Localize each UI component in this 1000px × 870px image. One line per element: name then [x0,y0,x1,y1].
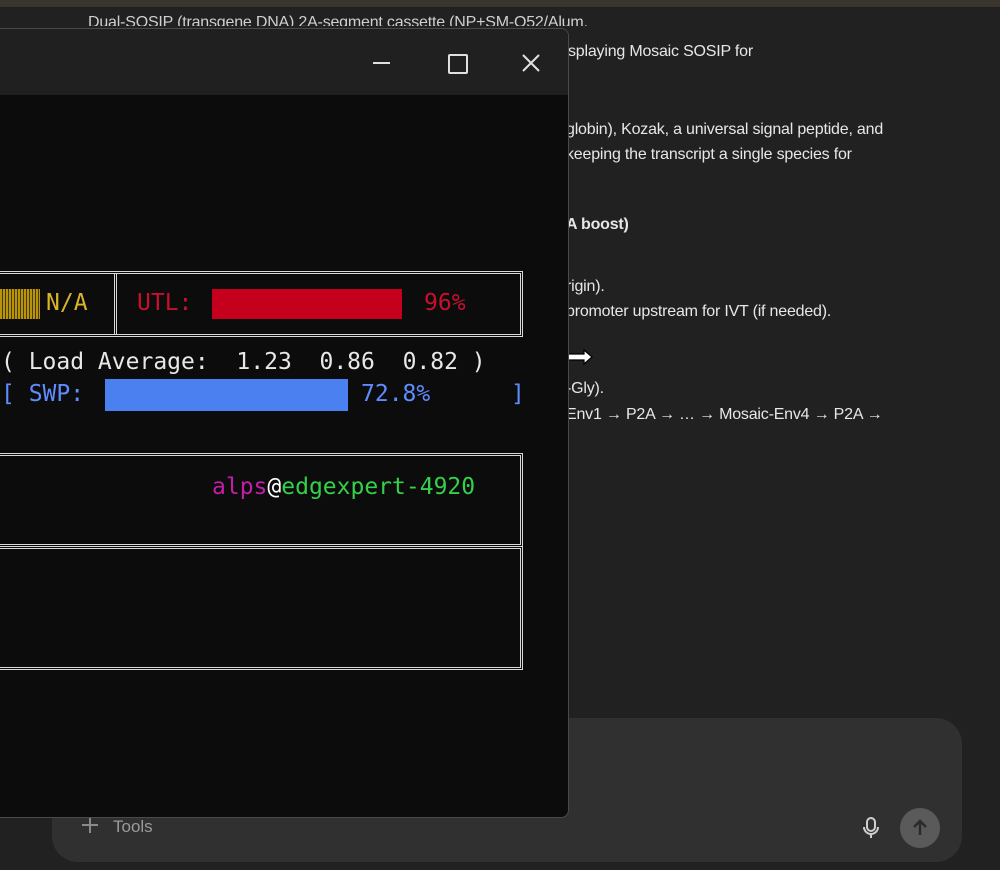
maximize-icon[interactable] [434,43,478,83]
swp-label: [ SWP: [1,381,85,407]
panel-divider [114,274,117,334]
utl-meter-bar [212,289,402,319]
window-top-edge [0,0,1000,7]
minimize-icon[interactable] [359,43,403,83]
chat-line-1: splaying Mosaic SOSIP for [568,43,754,60]
host-name: edgexpert-4920 [281,474,476,500]
chat-line-5: rigin). [566,278,605,295]
arrow-up-icon [913,819,927,835]
na-label: N/A [46,290,88,316]
microphone-icon[interactable] [860,816,882,840]
host-panel: alps@edgexpert-4920 [0,453,523,547]
utl-label: UTL: [137,290,193,316]
plus-icon[interactable] [80,815,100,835]
chat-line-8: Env1 → P2A → … → Mosaic-Env4 → P2A → [566,406,883,423]
swp-bracket-close: ] [511,381,525,407]
chat-line-3: keeping the transcript a single species … [566,146,852,163]
close-icon[interactable] [509,43,553,83]
chat-line-2: globin), Kozak, a universal signal pepti… [566,121,884,138]
title-bar[interactable] [0,29,568,95]
tools-button[interactable]: Tools [113,817,153,837]
load-average-line: ( Load Average: 1.23 0.86 0.82 ) [1,349,486,375]
host-line: alps@edgexpert-4920 [212,474,475,500]
host-user: alps [212,474,268,500]
utl-percent: 96% [424,290,466,316]
gpu-meter-panel: N/A UTL: 96% [0,271,523,337]
swp-percent: 72.8% [361,381,431,407]
na-meter-bar [0,289,40,319]
send-button[interactable] [900,808,940,848]
terminal-window[interactable]: N/A UTL: 96% ( Load Average: 1.23 0.86 0… [0,28,569,818]
chat-line-4: A boost) [566,216,629,233]
host-at: @ [267,474,282,500]
chat-line-0: Dual-SOSIP (transgene DNA) 2A-segment ca… [88,14,588,26]
process-panel [0,546,523,670]
chat-line-7: -Gly). [566,380,604,397]
chat-line-6: promoter upstream for IVT (if needed). [566,303,832,320]
swp-meter-bar [105,379,348,411]
